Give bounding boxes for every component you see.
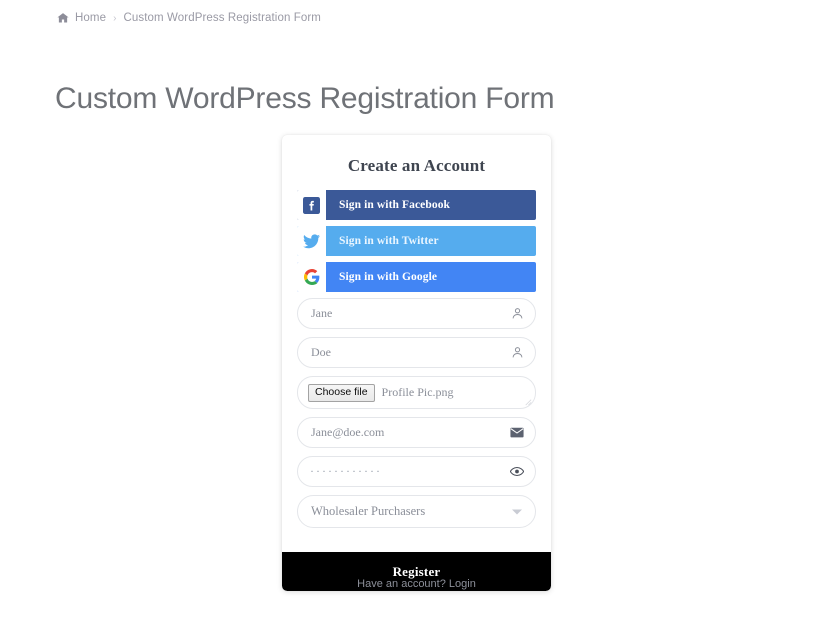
first-name-input[interactable] (297, 298, 536, 329)
password-input[interactable] (297, 456, 536, 487)
facebook-signin-button[interactable]: Sign in with Facebook (297, 190, 536, 220)
card-footer: Have an account? Login (282, 578, 551, 590)
user-role-field: Wholesaler Purchasers (297, 495, 536, 528)
footer-text: Have an account? (357, 578, 449, 590)
first-name-field (297, 298, 536, 329)
password-field: ············ (297, 456, 536, 487)
page-title: Custom WordPress Registration Form (55, 82, 555, 115)
google-signin-label: Sign in with Google (339, 271, 438, 283)
twitter-signin-label: Sign in with Twitter (339, 235, 439, 247)
resize-grip-icon[interactable] (523, 397, 532, 406)
facebook-icon (297, 190, 326, 220)
facebook-signin-label: Sign in with Facebook (339, 199, 451, 211)
user-role-select[interactable]: Wholesaler Purchasers (297, 495, 536, 528)
login-link[interactable]: Login (449, 578, 476, 590)
home-icon (57, 12, 69, 24)
registration-card: Create an Account Sign in with Facebook … (282, 135, 551, 591)
breadcrumb: Home › Custom WordPress Registration For… (57, 12, 321, 24)
last-name-field (297, 337, 536, 368)
last-name-input[interactable] (297, 337, 536, 368)
google-icon (297, 262, 326, 292)
card-body: Create an Account Sign in with Facebook … (282, 135, 551, 544)
profile-picture-field[interactable]: Choose file Profile Pic.png (297, 376, 536, 409)
google-signin-button[interactable]: Sign in with Google (297, 262, 536, 292)
choose-file-button[interactable]: Choose file (308, 383, 375, 402)
breadcrumb-home-link[interactable]: Home (75, 12, 106, 24)
selected-file-name: Profile Pic.png (381, 385, 454, 399)
card-heading: Create an Account (347, 156, 486, 175)
twitter-signin-button[interactable]: Sign in with Twitter (297, 226, 536, 256)
breadcrumb-current: Custom WordPress Registration Form (123, 12, 321, 24)
breadcrumb-separator: › (113, 12, 117, 24)
email-field (297, 417, 536, 448)
twitter-icon (297, 226, 326, 256)
email-input[interactable] (297, 417, 536, 448)
